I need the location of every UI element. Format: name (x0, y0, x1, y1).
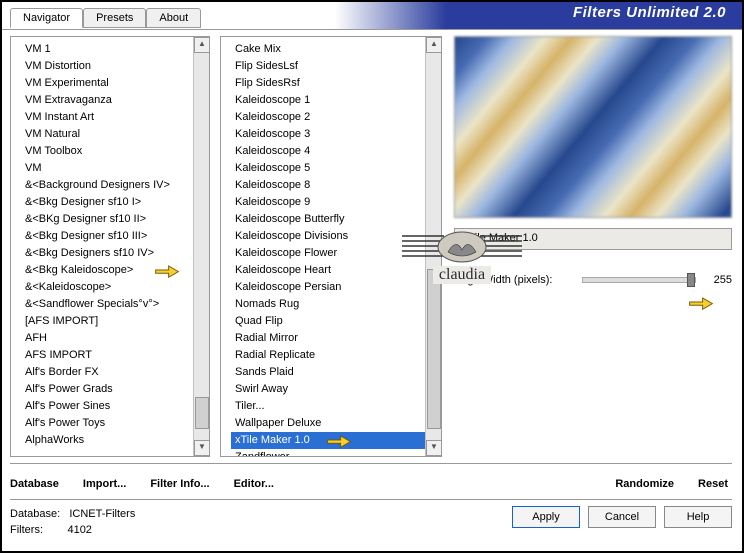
list-item[interactable]: &<Bkg Designers sf10 IV> (21, 245, 209, 262)
preview-image (454, 36, 732, 218)
scroll-up-icon[interactable]: ▲ (194, 37, 210, 53)
tab-strip: Navigator Presets About (10, 8, 201, 28)
param-row-edge-width: Edge Width (pixels): 255 (454, 274, 732, 286)
list-item[interactable]: Alf's Power Grads (21, 381, 209, 398)
title-bar: Navigator Presets About Filters Unlimite… (2, 2, 742, 30)
list-item[interactable]: Kaleidoscope Divisions (231, 228, 441, 245)
list-item[interactable]: Radial Mirror (231, 330, 441, 347)
list-item[interactable]: VM Toolbox (21, 143, 209, 160)
filter-scrollbar[interactable]: ▲ ▼ (425, 37, 441, 456)
app-window: Navigator Presets About Filters Unlimite… (0, 0, 744, 553)
list-item[interactable]: Kaleidoscope 5 (231, 160, 441, 177)
list-item[interactable]: Kaleidoscope 9 (231, 194, 441, 211)
list-item[interactable]: [AFS IMPORT] (21, 313, 209, 330)
footer-info: Database: ICNET-Filters Filters: 4102 (10, 506, 512, 545)
db-value: ICNET-Filters (69, 508, 135, 520)
preview-panel: xTile Maker 1.0 Edge Width (pixels): 255 (454, 36, 732, 457)
list-item[interactable]: Flip SidesRsf (231, 75, 441, 92)
list-item[interactable]: VM Extravaganza (21, 92, 209, 109)
database-button[interactable]: Database (10, 478, 59, 490)
list-item[interactable]: xTile Maker 1.0 (231, 432, 441, 449)
filter-name-text: xTile Maker 1.0 (463, 232, 538, 244)
list-item[interactable]: Kaleidoscope 2 (231, 109, 441, 126)
reset-button[interactable]: Reset (698, 478, 728, 490)
list-item[interactable]: VM Natural (21, 126, 209, 143)
category-list[interactable]: VM 1VM DistortionVM ExperimentalVM Extra… (10, 36, 210, 457)
list-item[interactable]: Wallpaper Deluxe (231, 415, 441, 432)
editor-button[interactable]: Editor... (234, 478, 274, 490)
list-item[interactable]: Radial Replicate (231, 347, 441, 364)
list-item[interactable]: &<Bkg Designer sf10 I> (21, 194, 209, 211)
param-label: Edge Width (pixels): (454, 274, 574, 286)
list-item[interactable]: Kaleidoscope Persian (231, 279, 441, 296)
param-slider-edge-width[interactable] (582, 277, 696, 283)
body-area: VM 1VM DistortionVM ExperimentalVM Extra… (2, 30, 742, 551)
filters-value: 4102 (67, 524, 91, 536)
filter-name-bar: xTile Maker 1.0 (454, 228, 732, 250)
param-area: Edge Width (pixels): 255 (454, 274, 732, 286)
import-button[interactable]: Import... (83, 478, 126, 490)
list-item[interactable]: AFS IMPORT (21, 347, 209, 364)
toolbar: Database Import... Filter Info... Editor… (10, 463, 732, 495)
param-value-edge-width: 255 (704, 274, 732, 286)
scroll-down-icon[interactable]: ▼ (194, 440, 210, 456)
list-item[interactable]: &<BKg Designer sf10 II> (21, 211, 209, 228)
list-item[interactable]: VM (21, 160, 209, 177)
list-item[interactable]: &<Kaleidoscope> (21, 279, 209, 296)
scroll-thumb[interactable] (427, 269, 441, 429)
footer: Database: ICNET-Filters Filters: 4102 Ap… (10, 499, 732, 545)
list-item[interactable]: VM Experimental (21, 75, 209, 92)
tab-about[interactable]: About (146, 8, 201, 28)
list-item[interactable]: VM Distortion (21, 58, 209, 75)
filters-label: Filters: (10, 524, 43, 536)
list-item[interactable]: Kaleidoscope Butterfly (231, 211, 441, 228)
list-item[interactable]: Alf's Power Sines (21, 398, 209, 415)
app-title: Filters Unlimited 2.0 (573, 4, 726, 21)
tab-navigator[interactable]: Navigator (10, 8, 83, 28)
filter-list[interactable]: Cake MixFlip SidesLsfFlip SidesRsfKaleid… (220, 36, 442, 457)
list-item[interactable]: &<Bkg Designer sf10 III> (21, 228, 209, 245)
list-item[interactable]: Kaleidoscope Flower (231, 245, 441, 262)
filter-info-button[interactable]: Filter Info... (150, 478, 209, 490)
list-item[interactable]: Swirl Away (231, 381, 441, 398)
list-item[interactable]: VM Instant Art (21, 109, 209, 126)
category-scrollbar[interactable]: ▲ ▼ (193, 37, 209, 456)
list-item[interactable]: &<Bkg Kaleidoscope> (21, 262, 209, 279)
list-item[interactable]: Kaleidoscope Heart (231, 262, 441, 279)
list-item[interactable]: Kaleidoscope 1 (231, 92, 441, 109)
list-item[interactable]: AlphaWorks (21, 432, 209, 449)
scroll-thumb[interactable] (195, 397, 209, 429)
footer-buttons: Apply Cancel Help (512, 506, 732, 545)
list-item[interactable]: Nomads Rug (231, 296, 441, 313)
list-item[interactable]: Cake Mix (231, 41, 441, 58)
scroll-down-icon[interactable]: ▼ (426, 440, 442, 456)
list-item[interactable]: Kaleidoscope 8 (231, 177, 441, 194)
list-item[interactable]: AFH (21, 330, 209, 347)
tab-presets[interactable]: Presets (83, 8, 146, 28)
db-label: Database: (10, 508, 60, 520)
list-item[interactable]: Tiler... (231, 398, 441, 415)
list-item[interactable]: VM 1 (21, 41, 209, 58)
list-item[interactable]: Flip SidesLsf (231, 58, 441, 75)
list-item[interactable]: Sands Plaid (231, 364, 441, 381)
list-item[interactable]: Alf's Power Toys (21, 415, 209, 432)
scroll-up-icon[interactable]: ▲ (426, 37, 442, 53)
cancel-button[interactable]: Cancel (588, 506, 656, 528)
list-item[interactable]: Kaleidoscope 4 (231, 143, 441, 160)
list-item[interactable]: Zandflower (231, 449, 441, 457)
randomize-button[interactable]: Randomize (615, 478, 674, 490)
list-item[interactable]: Alf's Border FX (21, 364, 209, 381)
help-button[interactable]: Help (664, 506, 732, 528)
list-item[interactable]: &<Background Designers IV> (21, 177, 209, 194)
list-item[interactable]: &<Sandflower Specials°v°> (21, 296, 209, 313)
list-item[interactable]: Kaleidoscope 3 (231, 126, 441, 143)
apply-button[interactable]: Apply (512, 506, 580, 528)
list-item[interactable]: Quad Flip (231, 313, 441, 330)
slider-thumb[interactable] (687, 273, 695, 287)
